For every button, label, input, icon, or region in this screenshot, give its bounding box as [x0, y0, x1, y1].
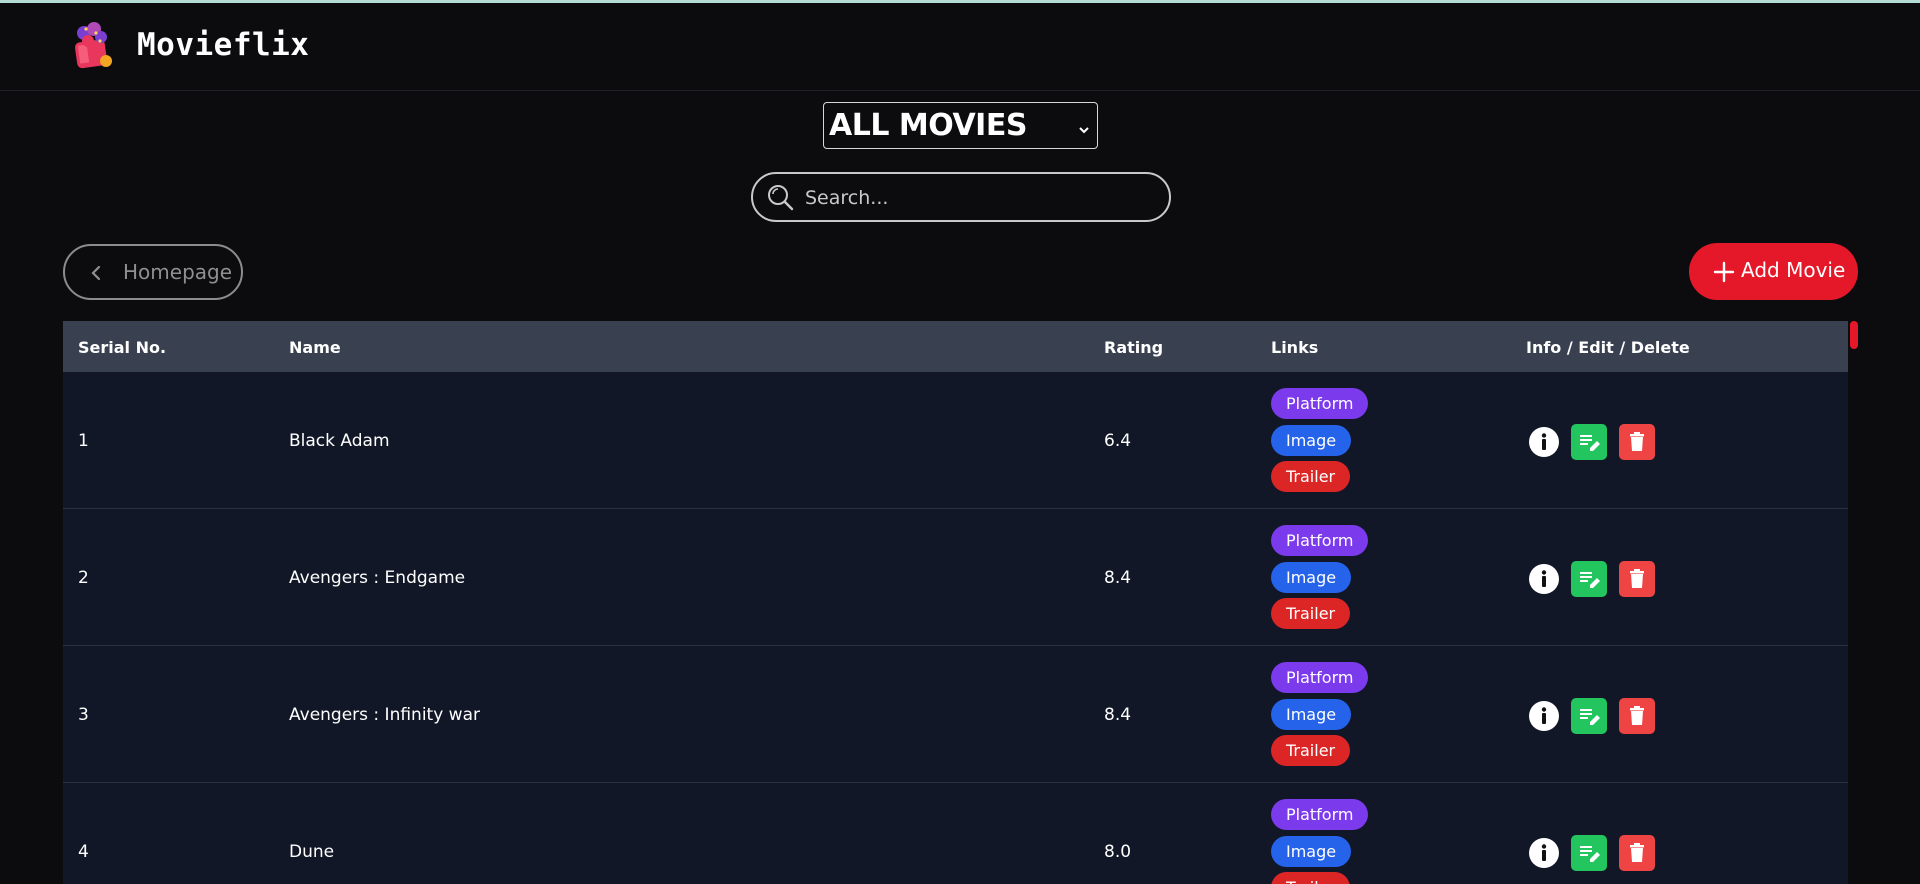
homepage-button[interactable]: Homepage	[63, 244, 243, 300]
table-scrollbar[interactable]	[1850, 321, 1858, 349]
row-serial: 4	[78, 842, 89, 862]
trailer-link[interactable]: Trailer	[1271, 461, 1351, 492]
add-movie-button[interactable]: Add Movie	[1689, 243, 1858, 300]
edit-icon[interactable]	[1571, 835, 1607, 871]
edit-icon[interactable]	[1571, 561, 1607, 597]
platform-link[interactable]: Platform	[1271, 662, 1369, 693]
image-link[interactable]: Image	[1271, 425, 1352, 456]
category-select-value: ALL MOVIES	[829, 108, 1027, 143]
search-box	[751, 172, 1171, 222]
trash-icon[interactable]	[1619, 424, 1655, 460]
row-rating: 8.4	[1104, 568, 1132, 588]
trash-icon[interactable]	[1619, 698, 1655, 734]
trailer-link[interactable]: Trailer	[1271, 735, 1351, 766]
table-header: Serial No. Name Rating Links Info / Edit…	[63, 321, 1848, 372]
image-link[interactable]: Image	[1271, 562, 1352, 593]
header-serial: Serial No.	[78, 338, 167, 357]
homepage-button-label: Homepage	[123, 260, 233, 284]
info-icon[interactable]	[1526, 561, 1562, 597]
info-icon[interactable]	[1526, 835, 1562, 871]
row-name: Avengers : Infinity war	[289, 705, 480, 725]
search-input[interactable]	[803, 182, 1147, 214]
row-rating: 8.0	[1104, 842, 1132, 862]
header-rating: Rating	[1104, 338, 1164, 357]
table-row: 4 Dune 8.0 Platform Image Trailer	[63, 783, 1848, 884]
platform-link[interactable]: Platform	[1271, 388, 1369, 419]
row-rating: 8.4	[1104, 705, 1132, 725]
popcorn-logo-icon[interactable]	[70, 19, 116, 73]
chevron-left-icon	[89, 264, 103, 282]
edit-icon[interactable]	[1571, 424, 1607, 460]
trash-icon[interactable]	[1619, 561, 1655, 597]
edit-icon[interactable]	[1571, 698, 1607, 734]
info-icon[interactable]	[1526, 698, 1562, 734]
trailer-link[interactable]: Trailer	[1271, 598, 1351, 629]
table-row: 3 Avengers : Infinity war 8.4 Platform I…	[63, 646, 1848, 783]
chevron-down-icon	[1078, 120, 1090, 134]
add-movie-button-label: Add Movie	[1741, 258, 1846, 282]
platform-link[interactable]: Platform	[1271, 525, 1369, 556]
image-link[interactable]: Image	[1271, 699, 1352, 730]
platform-link[interactable]: Platform	[1271, 799, 1369, 830]
row-name: Black Adam	[289, 431, 390, 451]
navbar: Movieflix	[0, 3, 1920, 91]
plus-icon	[1713, 261, 1735, 283]
trailer-link[interactable]: Trailer	[1271, 872, 1351, 884]
row-rating: 6.4	[1104, 431, 1132, 451]
row-name: Dune	[289, 842, 335, 862]
row-serial: 3	[78, 705, 89, 725]
header-name: Name	[289, 338, 341, 357]
header-actions: Info / Edit / Delete	[1526, 338, 1690, 357]
table-row: 2 Avengers : Endgame 8.4 Platform Image …	[63, 509, 1848, 646]
category-select[interactable]: ALL MOVIES	[823, 102, 1098, 149]
row-name: Avengers : Endgame	[289, 568, 466, 588]
movies-table: Serial No. Name Rating Links Info / Edit…	[63, 321, 1848, 884]
trash-icon[interactable]	[1619, 835, 1655, 871]
header-links: Links	[1271, 338, 1319, 357]
info-icon[interactable]	[1526, 424, 1562, 460]
row-serial: 2	[78, 568, 89, 588]
search-icon	[765, 182, 795, 212]
table-row: 1 Black Adam 6.4 Platform Image Trailer	[63, 372, 1848, 509]
brand-name[interactable]: Movieflix	[137, 27, 309, 63]
row-serial: 1	[78, 431, 89, 451]
image-link[interactable]: Image	[1271, 836, 1352, 867]
